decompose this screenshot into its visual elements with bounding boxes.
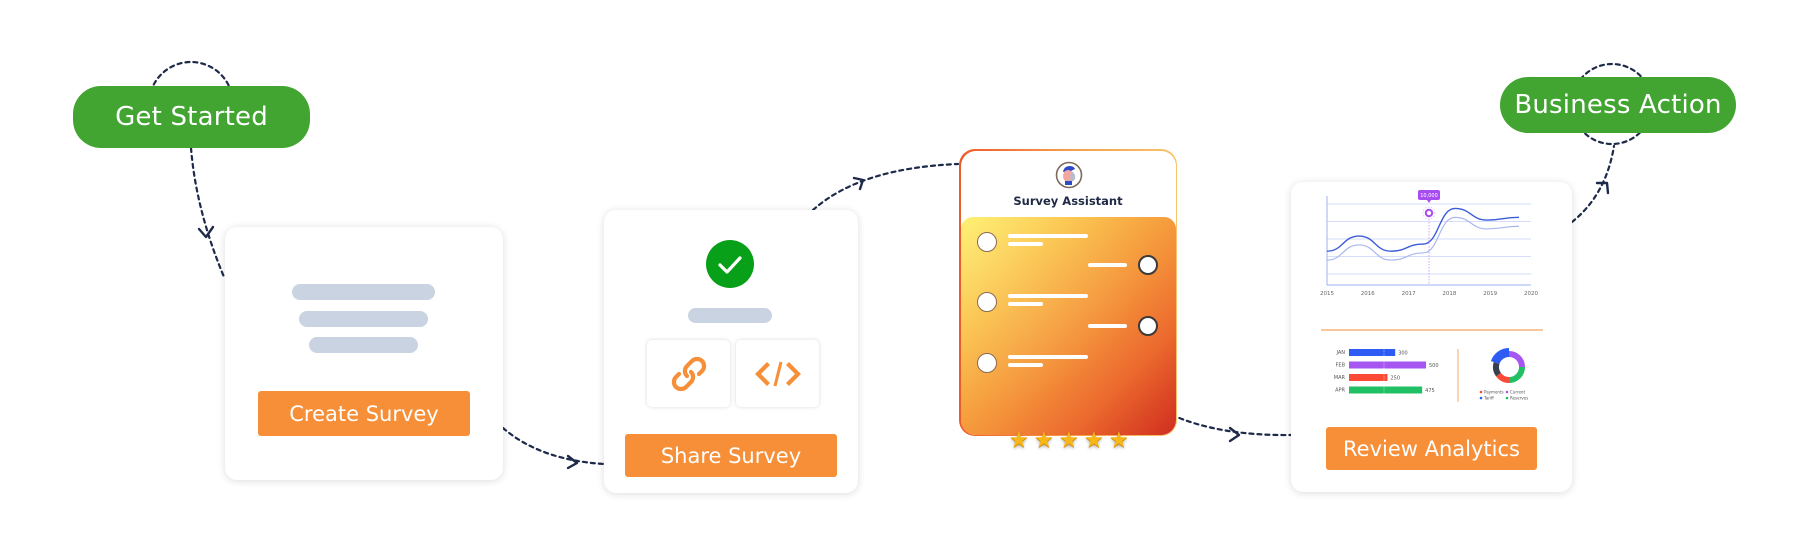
line-chart: 2015 2016 2017 2018 2019 2020 10,000 — [1320, 190, 1538, 297]
bot-message-line — [1007, 301, 1043, 306]
bar-feb — [1349, 361, 1426, 369]
business-action-label: Business Action — [1514, 90, 1722, 120]
bar-mar — [1349, 374, 1388, 381]
bot-message-line — [1007, 293, 1088, 298]
tooltip-label: 10,000 — [1420, 193, 1438, 199]
share-survey-button[interactable]: Share Survey — [625, 434, 837, 477]
legend-label: Reserves — [1510, 396, 1528, 401]
bot-avatar-icon — [976, 352, 997, 373]
bar-value-label: 250 — [1391, 376, 1401, 382]
arrow-share-to-collect — [811, 162, 960, 212]
create-survey-card: Create Survey — [225, 227, 503, 480]
skeleton-line — [688, 308, 772, 323]
bar-category-label: MAR — [1334, 375, 1346, 381]
donut-slice-tariff — [1490, 348, 1510, 365]
create-survey-label: Create Survey — [289, 401, 439, 426]
legend-label: Payments — [1484, 390, 1504, 395]
bot-message-line — [1007, 233, 1088, 238]
x-tick-label: 2018 — [1442, 291, 1456, 297]
donut-slice-tariff-dark — [1493, 362, 1502, 377]
business-action-button[interactable]: Business Action — [1500, 77, 1736, 133]
bot-message-line — [1007, 354, 1088, 359]
share-survey-label: Share Survey — [660, 443, 802, 468]
legend-swatch — [1505, 390, 1509, 394]
star-icon: ★ — [1009, 428, 1029, 453]
highlight-point[interactable] — [1424, 208, 1434, 218]
analytics-card: 2015 2016 2017 2018 2019 2020 10,000 JAN 300 FEB… — [1291, 182, 1572, 492]
assistant-avatar-icon — [1055, 161, 1082, 188]
skeleton-line — [292, 284, 435, 300]
tooltip-pointer — [1427, 200, 1431, 203]
bar-chart: JAN 300 FEB 500 MAR 250 APR 475 — [1334, 349, 1439, 394]
legend-swatch — [1479, 390, 1483, 394]
star-icon: ★ — [1109, 428, 1129, 453]
share-survey-card: Share Survey — [604, 210, 858, 493]
donut-chart: Payments Current Tariff Reserves — [1479, 348, 1528, 401]
bot-message-line — [1007, 241, 1043, 246]
legend-swatch — [1505, 396, 1509, 400]
star-icon: ★ — [1034, 428, 1054, 453]
bar-category-label: JAN — [1335, 350, 1345, 356]
bar-jan — [1349, 349, 1396, 356]
user-avatar-icon — [1137, 315, 1158, 336]
bar-category-label: FEB — [1336, 363, 1346, 369]
rating-stars: ★ ★ ★ ★ ★ — [1009, 428, 1139, 456]
skeleton-line — [299, 311, 428, 327]
arrow-create-to-share — [501, 426, 606, 466]
share-embed-option[interactable] — [736, 340, 819, 407]
donut-slice-reserves — [1508, 366, 1525, 383]
divider — [1321, 329, 1543, 331]
bar-apr — [1349, 386, 1423, 394]
bot-message-line — [1007, 362, 1043, 367]
get-started-label: Get Started — [115, 102, 268, 132]
arrow-collect-to-analyze — [1170, 413, 1293, 437]
user-avatar-icon — [1137, 254, 1158, 275]
embed-code-icon — [754, 361, 801, 386]
arrowhead-icon — [566, 454, 579, 470]
arrowhead-icon — [1228, 426, 1241, 443]
x-tick-label: 2017 — [1402, 291, 1416, 297]
review-analytics-label: Review Analytics — [1343, 436, 1520, 461]
create-survey-button[interactable]: Create Survey — [258, 391, 470, 436]
check-circle-icon — [706, 240, 754, 288]
review-analytics-button[interactable]: Review Analytics — [1326, 427, 1537, 470]
x-tick-label: 2016 — [1361, 291, 1375, 297]
x-tick-label: 2015 — [1320, 291, 1334, 297]
bot-avatar-icon — [976, 231, 997, 252]
skeleton-line — [309, 337, 418, 353]
x-tick-label: 2020 — [1524, 291, 1538, 297]
bar-category-label: APR — [1335, 388, 1345, 394]
arrow-start-to-create — [189, 146, 226, 279]
star-icon: ★ — [1084, 428, 1104, 453]
bar-value-label: 475 — [1425, 388, 1435, 394]
get-started-button[interactable]: Get Started — [73, 86, 310, 148]
chat-panel — [960, 216, 1176, 435]
user-message-line — [1087, 262, 1127, 267]
assistant-title: Survey Assistant — [1013, 193, 1123, 208]
donut-slice-payments — [1496, 372, 1510, 383]
bot-avatar-icon — [976, 291, 997, 312]
bar-value-label: 300 — [1398, 351, 1408, 357]
user-message-line — [1087, 323, 1127, 328]
star-icon: ★ — [1059, 428, 1079, 453]
legend-swatch — [1479, 396, 1483, 400]
link-icon — [671, 356, 706, 391]
donut-slice-current — [1508, 351, 1525, 368]
legend-label: Current — [1510, 390, 1525, 395]
x-tick-label: 2019 — [1483, 291, 1497, 297]
bar-value-label: 500 — [1429, 363, 1439, 369]
legend-label: Tariff — [1483, 396, 1494, 401]
survey-assistant-card: Survey Assistant — [959, 149, 1177, 436]
share-link-option[interactable] — [647, 340, 730, 407]
